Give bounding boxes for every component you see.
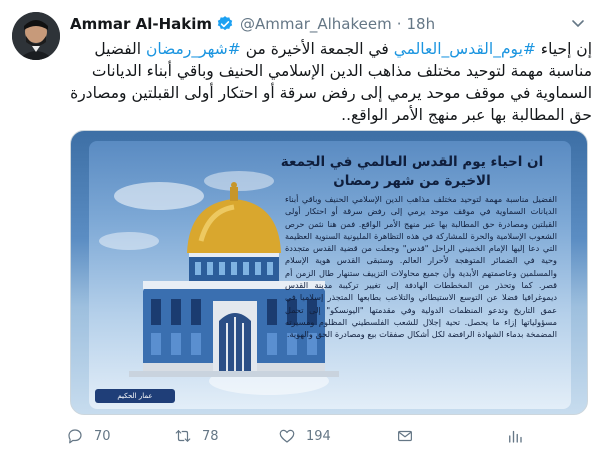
tweet-media-image[interactable]: ان احياء يوم القدس العالمي في الجمعة الا…: [70, 130, 588, 415]
tweet-text-part: في الجمعة الأخيرة من: [240, 40, 394, 58]
mail-icon: [398, 430, 412, 442]
header-separator: ·: [396, 15, 402, 33]
reply-count: 70: [94, 428, 111, 444]
media-card-title: ان احياء يوم القدس العالمي في الجمعة الا…: [280, 154, 544, 189]
chevron-down-icon[interactable]: [568, 13, 588, 33]
retweet-button[interactable]: 78: [174, 424, 219, 448]
like-button[interactable]: 194: [278, 424, 331, 448]
analytics-button[interactable]: [506, 424, 524, 448]
signature-logo-text: عمار الحكيم: [117, 392, 153, 400]
tweet-text: إن إحياء #يوم_القدس_العالمي في الجمعة ال…: [70, 38, 592, 126]
avatar[interactable]: [12, 12, 60, 60]
reply-icon: [68, 429, 82, 444]
author-handle[interactable]: @Ammar_Alhakeem: [240, 15, 392, 33]
heart-icon: [279, 429, 295, 443]
like-count: 194: [306, 428, 331, 444]
avatar-portrait: [12, 12, 60, 60]
hashtag-link[interactable]: #يوم_القدس_العالمي: [394, 40, 536, 58]
signature-logo: عمار الحكيم: [95, 389, 175, 403]
retweet-count: 78: [202, 428, 219, 444]
tweet-header: Ammar Al-Hakim @Ammar_Alhakeem · 18h: [70, 13, 588, 35]
media-card: ان احياء يوم القدس العالمي في الجمعة الا…: [89, 141, 571, 409]
tweet-actions-bar: 70 78 194: [66, 424, 592, 448]
media-card-body: الفضيل مناسبة مهمة لتوحيد مختلف مذاهب ال…: [285, 194, 557, 340]
reply-button[interactable]: 70: [66, 424, 111, 448]
share-button[interactable]: [396, 424, 414, 448]
retweet-icon: [175, 430, 191, 442]
verified-badge-icon: [216, 15, 234, 33]
tweet-timestamp[interactable]: 18h: [407, 15, 436, 33]
analytics-icon: [509, 430, 522, 443]
tweet-text-part: إن إحياء: [535, 40, 592, 58]
author-name[interactable]: Ammar Al-Hakim: [70, 15, 212, 33]
hashtag-link[interactable]: #شهر_رمضان: [146, 40, 241, 58]
